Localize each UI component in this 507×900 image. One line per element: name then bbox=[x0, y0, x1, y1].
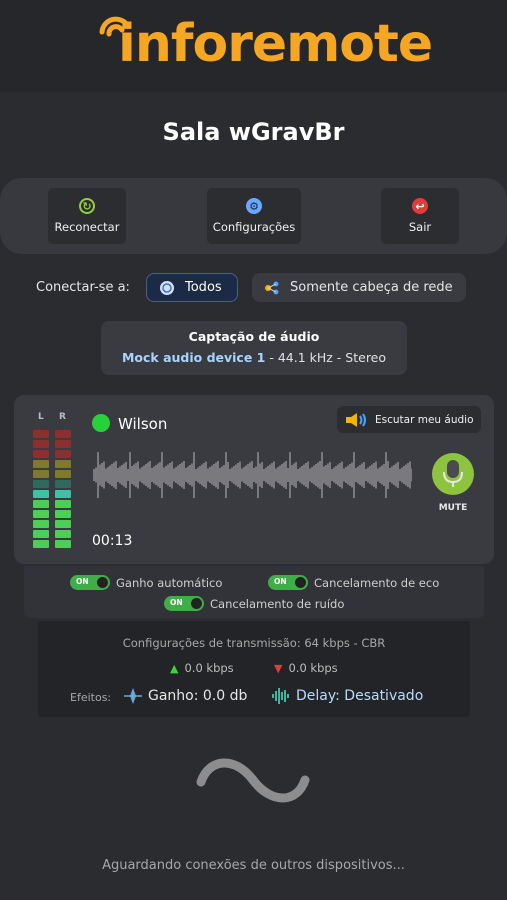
level-meter-left bbox=[33, 430, 49, 550]
delay-effect: Delay: Desativado bbox=[272, 688, 423, 704]
meter-segment bbox=[33, 510, 49, 518]
meter-segment bbox=[55, 490, 71, 498]
meter-segment bbox=[55, 540, 71, 548]
connect-all-label: Todos bbox=[185, 280, 222, 295]
meter-segment bbox=[33, 450, 49, 458]
meter-segment bbox=[33, 480, 49, 488]
upload-arrow-icon: ▲ bbox=[170, 661, 179, 675]
gain-icon bbox=[124, 688, 142, 704]
recording-timer: 00:13 bbox=[92, 533, 133, 549]
meter-segment bbox=[55, 530, 71, 538]
meter-segment bbox=[33, 500, 49, 508]
reconnect-label: Reconectar bbox=[54, 220, 120, 234]
meter-segment bbox=[55, 430, 71, 438]
settings-label: Configurações bbox=[212, 220, 296, 234]
connect-head-option[interactable]: Somente cabeça de rede bbox=[252, 273, 466, 302]
gain-value: Ganho: 0.0 db bbox=[148, 688, 248, 704]
waiting-status: Aguardando conexões de outros dispositiv… bbox=[102, 858, 405, 873]
audio-waveform bbox=[93, 452, 412, 498]
connect-head-label: Somente cabeça de rede bbox=[290, 280, 453, 295]
meter-segment bbox=[33, 520, 49, 528]
loading-wave-icon bbox=[196, 758, 310, 803]
capture-details: - 44.1 kHz - Stereo bbox=[265, 350, 387, 365]
logo-text: inforemote bbox=[118, 14, 433, 74]
level-meter-right bbox=[55, 430, 71, 550]
exit-button[interactable]: ↩ Sair bbox=[381, 188, 459, 244]
gain-effect: Ganho: 0.0 db bbox=[124, 688, 247, 704]
brand-logo: inforemote bbox=[96, 10, 433, 80]
meter-segment bbox=[33, 490, 49, 498]
capture-device: Mock audio device 1 bbox=[121, 350, 266, 365]
meter-segment bbox=[55, 450, 71, 458]
echo-cancel-toggle-row: ON Cancelamento de eco bbox=[268, 575, 439, 590]
meter-segment bbox=[33, 530, 49, 538]
gear-icon: ⚙ bbox=[246, 198, 262, 214]
meter-segment bbox=[55, 440, 71, 448]
refresh-icon: ↻ bbox=[79, 198, 95, 214]
meter-segment bbox=[55, 520, 71, 528]
reconnect-button[interactable]: ↻ Reconectar bbox=[48, 188, 126, 244]
status-indicator bbox=[92, 414, 110, 432]
connect-label: Conectar-se a: bbox=[36, 280, 130, 295]
settings-button[interactable]: ⚙ Configurações bbox=[207, 188, 301, 244]
capture-title: Captação de áudio bbox=[188, 329, 320, 344]
download-arrow-icon: ▼ bbox=[274, 661, 283, 675]
meter-segment bbox=[55, 480, 71, 488]
meter-segment bbox=[33, 440, 49, 448]
capture-info: Mock audio device 1 - 44.1 kHz - Stereo bbox=[101, 350, 407, 365]
mute-button[interactable] bbox=[432, 453, 474, 495]
microphone-icon bbox=[443, 460, 463, 487]
auto-gain-toggle-row: ON Ganho automático bbox=[70, 575, 222, 590]
meter-segment bbox=[33, 540, 49, 548]
download-rate: ▼ 0.0 kbps bbox=[274, 661, 338, 675]
noise-cancel-toggle-row: ON Cancelamento de ruído bbox=[164, 596, 344, 611]
meter-segment bbox=[33, 470, 49, 478]
network-icon bbox=[265, 281, 279, 294]
delay-value: Delay: Desativado bbox=[296, 688, 424, 704]
echo-cancel-toggle[interactable]: ON bbox=[268, 575, 308, 590]
meter-segment bbox=[55, 510, 71, 518]
delay-icon bbox=[272, 688, 289, 704]
listen-label: Escutar meu áudio bbox=[375, 413, 474, 426]
noise-cancel-label: Cancelamento de ruído bbox=[210, 596, 345, 611]
echo-cancel-label: Cancelamento de eco bbox=[314, 575, 440, 590]
listen-my-audio-button[interactable]: Escutar meu áudio bbox=[337, 406, 481, 433]
meter-segment bbox=[33, 460, 49, 468]
auto-gain-label: Ganho automático bbox=[116, 575, 223, 590]
mute-label: MUTE bbox=[438, 503, 468, 513]
effects-label: Efeitos: bbox=[70, 691, 112, 704]
exit-icon: ↩ bbox=[412, 198, 428, 214]
upload-rate-value: 0.0 kbps bbox=[184, 661, 234, 675]
download-rate-value: 0.0 kbps bbox=[288, 661, 338, 675]
auto-gain-toggle[interactable]: ON bbox=[70, 575, 110, 590]
globe-icon bbox=[160, 280, 174, 295]
page-title: Sala wGravBr bbox=[162, 118, 345, 146]
meter-segment bbox=[55, 460, 71, 468]
meter-segment bbox=[33, 430, 49, 438]
meter-segment bbox=[55, 470, 71, 478]
audio-capture-box: Captação de áudio Mock audio device 1 - … bbox=[101, 321, 407, 375]
meter-left-label: L bbox=[38, 412, 44, 422]
noise-cancel-toggle[interactable]: ON bbox=[164, 596, 204, 611]
transmission-config: Configurações de transmissão: 64 kbps - … bbox=[122, 636, 386, 650]
upload-rate: ▲ 0.0 kbps bbox=[170, 661, 234, 675]
exit-label: Sair bbox=[408, 220, 432, 234]
connect-all-option[interactable]: Todos bbox=[146, 273, 238, 302]
speaker-icon bbox=[346, 412, 366, 427]
meter-right-label: R bbox=[59, 412, 66, 422]
participant-name: Wilson bbox=[118, 415, 168, 433]
meter-segment bbox=[55, 500, 71, 508]
